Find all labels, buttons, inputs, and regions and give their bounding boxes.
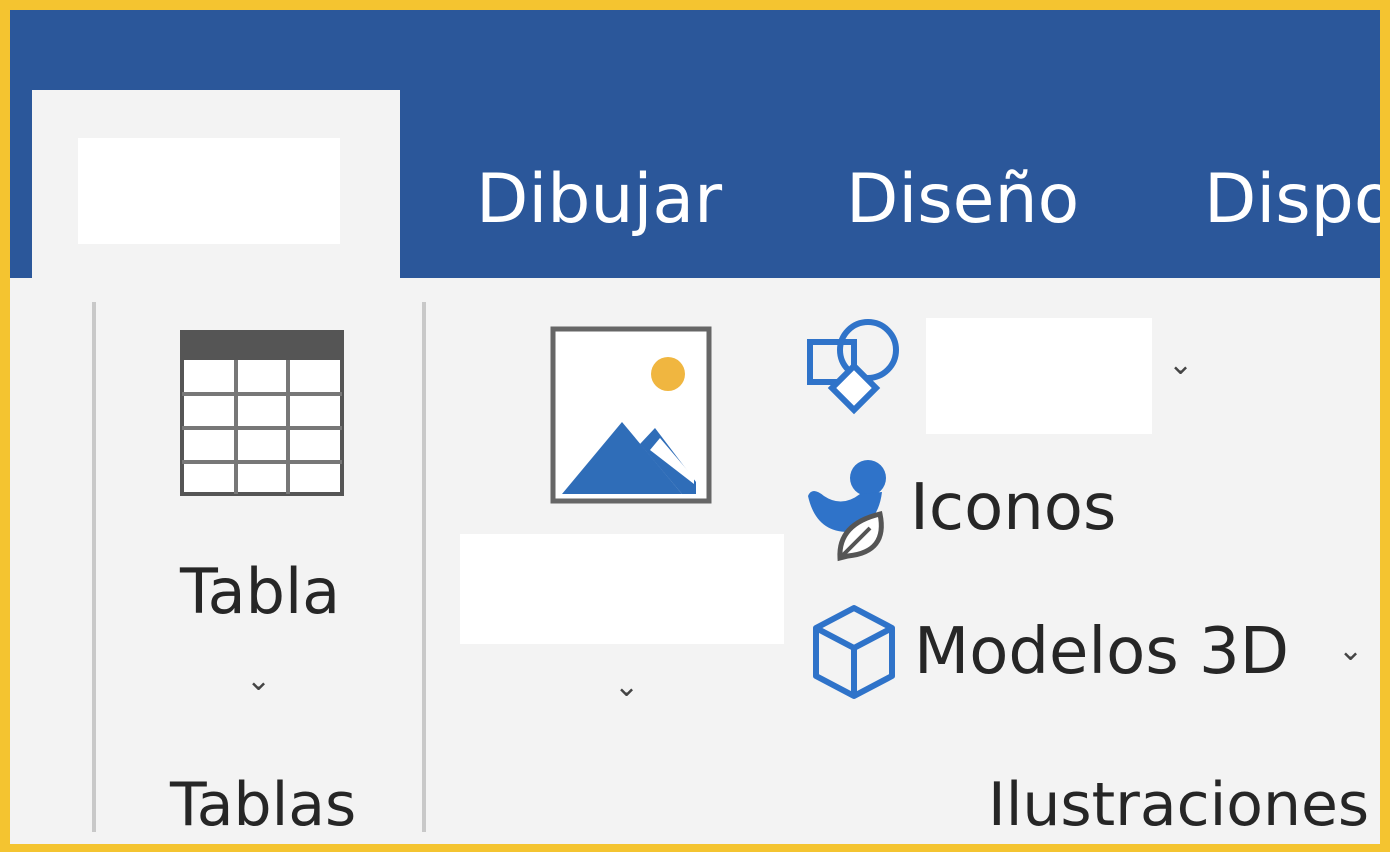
group-separator bbox=[422, 302, 426, 832]
redacted-pictures-label bbox=[460, 534, 784, 644]
chevron-down-icon[interactable]: ⌄ bbox=[246, 666, 271, 696]
3d-models-button[interactable]: Modelos 3D ⌄ bbox=[800, 602, 1380, 712]
pictures-button[interactable]: ⌄ bbox=[456, 322, 786, 722]
icons-button-label: Iconos bbox=[910, 471, 1117, 545]
3d-models-label: Modelos 3D bbox=[914, 615, 1289, 689]
redacted-shapes-label bbox=[926, 318, 1152, 434]
group-label-ilustraciones: Ilustraciones bbox=[988, 770, 1370, 840]
chevron-down-icon[interactable]: ⌄ bbox=[1168, 350, 1193, 380]
group-separator bbox=[92, 302, 96, 832]
group-label-tablas: Tablas bbox=[170, 770, 357, 840]
tab-diseno[interactable]: Diseño bbox=[846, 160, 1079, 240]
tab-dibujar[interactable]: Dibujar bbox=[476, 160, 722, 240]
chevron-down-icon[interactable]: ⌄ bbox=[614, 672, 639, 702]
redacted-tab-label bbox=[78, 138, 340, 244]
table-button[interactable]: Tabla ⌄ bbox=[160, 320, 360, 720]
icons-icon bbox=[808, 460, 886, 562]
3d-model-icon bbox=[813, 605, 895, 699]
icons-button[interactable]: Iconos bbox=[800, 456, 1220, 566]
picture-icon bbox=[550, 326, 712, 504]
shapes-icon bbox=[807, 319, 899, 415]
chevron-down-icon[interactable]: ⌄ bbox=[1338, 636, 1363, 666]
tab-insert-active[interactable] bbox=[32, 90, 400, 290]
table-button-label: Tabla bbox=[180, 555, 341, 628]
tab-disposicion[interactable]: Dispo bbox=[1204, 160, 1380, 240]
window-frame: Dibujar Diseño Dispo Tabla ⌄ Tablas ⌄ ⌄ … bbox=[10, 10, 1380, 844]
shapes-button[interactable]: ⌄ bbox=[800, 310, 1220, 440]
ribbon-tab-bar: Dibujar Diseño Dispo bbox=[10, 10, 1380, 290]
table-icon bbox=[180, 330, 344, 496]
